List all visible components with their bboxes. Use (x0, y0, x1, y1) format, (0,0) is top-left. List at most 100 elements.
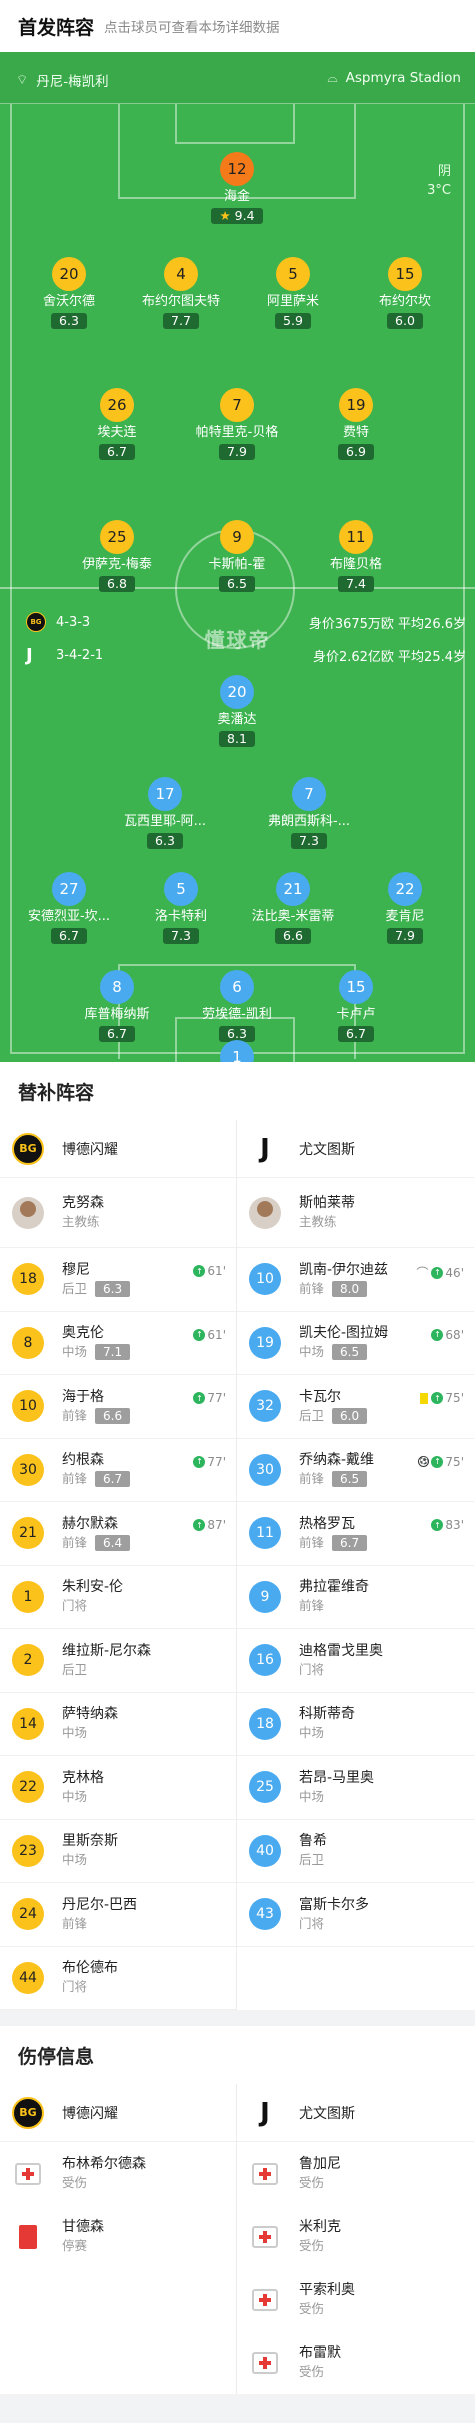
player-marker[interactable]: 6 劳埃德-凯利 6.3 (182, 970, 292, 1042)
injury-row[interactable]: 布雷默 受伤 (237, 2331, 474, 2394)
player-marker[interactable]: 8 库普梅纳斯 6.7 (62, 970, 172, 1042)
sub-player-row[interactable]: 43 富斯卡尔多 门将 (237, 1883, 474, 1947)
home-coach-row[interactable]: 克努森 主教练 (0, 1178, 236, 1248)
sub-player-row[interactable]: 23 里斯奈斯 中场 (0, 1820, 236, 1883)
sub-in-indicator: ↑ 61' (193, 1264, 226, 1278)
player-marker[interactable]: 27 安德烈亚-坎... 6.7 (14, 872, 124, 944)
player-marker[interactable]: 21 法比奥-米雷蒂 6.6 (238, 872, 348, 944)
player-name: 甘德森 (62, 2219, 104, 2235)
injury-row[interactable]: 甘德森 停赛 (0, 2205, 236, 2268)
player-rating: 7.9 (219, 444, 255, 460)
position-text: 中场 (62, 1725, 88, 1741)
away-team-row[interactable]: J 尤文图斯 (237, 1120, 474, 1178)
player-position: 前锋 8.0 (299, 1280, 388, 1298)
player-info: 丹尼尔-巴西 前锋 (62, 1896, 137, 1933)
sub-player-row[interactable]: 2 维拉斯-尼尔森 后卫 (0, 1629, 236, 1693)
sub-player-row[interactable]: 21 赫尔默森 前锋 6.4 ↑ 87' (0, 1502, 236, 1566)
player-rating: ★ 9.4 (211, 208, 263, 224)
sub-player-row[interactable]: 9 弗拉霍维奇 前锋 (237, 1566, 474, 1629)
player-number: 19 (339, 388, 373, 422)
injury-row[interactable]: 米利克 受伤 (237, 2205, 474, 2268)
player-marker[interactable]: 9 卡斯帕-霍 6.5 (182, 520, 292, 592)
injury-row[interactable]: 鲁加尼 受伤 (237, 2142, 474, 2205)
medical-kit-icon (12, 2158, 44, 2190)
player-marker[interactable]: 12 海金 ★ 9.4 (182, 152, 292, 224)
player-number: 5 (164, 872, 198, 906)
sub-player-row[interactable]: 32 卡瓦尔 后卫 6.0 ↑ 75' (237, 1375, 474, 1439)
sub-in-time: 75' (445, 1454, 464, 1469)
sub-player-row[interactable]: 8 奥克伦 中场 7.1 ↑ 61' (0, 1312, 236, 1375)
sub-player-row[interactable]: 10 海于格 前锋 6.6 ↑ 77' (0, 1375, 236, 1439)
injury-info: 鲁加尼 受伤 (299, 2155, 341, 2192)
sub-player-row[interactable]: 19 凯夫伦-图拉姆 中场 6.5 ↑ 68' (237, 1312, 474, 1375)
player-name: 弗拉霍维奇 (299, 1579, 369, 1596)
player-marker[interactable]: 7 弗朗西斯科-... 7.3 (254, 777, 364, 849)
injury-row[interactable]: 布林希尔德森 受伤 (0, 2142, 236, 2205)
player-info: 热格罗瓦 前锋 6.7 (299, 1515, 368, 1552)
player-marker[interactable]: 22 麦肯尼 7.9 (350, 872, 460, 944)
sub-player-row[interactable]: 18 穆尼 后卫 6.3 ↑ 61' (0, 1248, 236, 1312)
coach-name: 克努森 (62, 1195, 104, 1211)
player-marker[interactable]: 26 埃夫连 6.7 (62, 388, 172, 460)
player-position: 门将 (299, 1915, 369, 1933)
sub-player-row[interactable]: 30 乔纳森-戴维 前锋 6.5 ⚽ ↑ 75' (237, 1439, 474, 1502)
sub-player-row[interactable]: 16 迪格雷戈里奥 门将 (237, 1629, 474, 1693)
player-name: 卡瓦尔 (299, 1388, 341, 1405)
sub-player-row[interactable]: 10 凯南-伊尔迪兹 前锋 8.0 ⌒ ↑ 46' (237, 1248, 474, 1312)
yellow-card-icon (420, 1392, 429, 1404)
player-marker[interactable]: 4 布约尔图夫特 7.7 (126, 257, 236, 329)
player-marker[interactable]: 25 伊萨克-梅泰 6.8 (62, 520, 172, 592)
sub-player-row[interactable]: 14 萨特纳森 中场 (0, 1693, 236, 1756)
home-injury-team-row[interactable]: BG 博德闪耀 (0, 2084, 236, 2142)
medical-kit-icon (249, 2347, 281, 2379)
player-position: 中场 (62, 1724, 118, 1742)
injury-status: 受伤 (299, 2301, 325, 2316)
player-marker[interactable]: 15 卡卢卢 6.7 (301, 970, 411, 1042)
injury-status: 受伤 (299, 2238, 325, 2253)
sub-in-icon: ↑ (193, 1455, 206, 1468)
sub-in-indicator: ⌒ ↑ 46' (416, 1264, 464, 1281)
player-marker[interactable]: 19 费特 6.9 (301, 388, 411, 460)
coach-name: 斯帕莱蒂 (299, 1195, 355, 1211)
sub-player-row[interactable]: 25 若昂-马里奥 中场 (237, 1756, 474, 1820)
player-info: 克林格 中场 (62, 1769, 104, 1806)
player-marker[interactable]: 7 帕特里克-贝格 7.9 (182, 388, 292, 460)
player-rating: 7.1 (95, 1344, 131, 1361)
sub-in-icon: ↑ (193, 1265, 206, 1277)
sub-player-row[interactable]: 1 朱利安-伦 门将 (0, 1566, 236, 1629)
sub-player-row[interactable]: 40 鲁希 后卫 (237, 1820, 474, 1883)
sub-player-row[interactable]: 30 约根森 前锋 6.7 ↑ 77' (0, 1439, 236, 1502)
injury-row[interactable]: 平索利奥 受伤 (237, 2268, 474, 2331)
away-mini-badge: J (26, 645, 33, 666)
rating-value: 7.9 (395, 928, 415, 943)
away-injury-team-row[interactable]: J 尤文图斯 (237, 2084, 474, 2142)
rating-value: 6.9 (346, 444, 366, 459)
player-number: 15 (339, 970, 373, 1004)
player-marker[interactable]: 5 洛卡特利 7.3 (126, 872, 236, 944)
rating-value: 7.3 (171, 928, 191, 943)
home-team-name: 博德闪耀 (62, 1141, 118, 1158)
player-marker[interactable]: 1佩林7.7 (182, 1040, 292, 1062)
subs-panel: BG 博德闪耀 克努森 主教练 18 穆尼 后卫 6.3 ↑ 61' 8 奥克伦 中场 7.1 ↑ 6… (0, 1120, 475, 2010)
player-number: 43 (249, 1898, 281, 1931)
player-marker[interactable]: 20 奥潘达 8.1 (182, 675, 292, 747)
away-team-name: 尤文图斯 (299, 1141, 355, 1158)
sub-player-row[interactable]: 22 克林格 中场 (0, 1756, 236, 1820)
player-name: 阿里萨米 (266, 294, 319, 309)
player-marker[interactable]: 11 布隆贝格 7.4 (301, 520, 411, 592)
sub-player-row[interactable]: 44 布伦德布 门将 (0, 1947, 236, 2010)
sub-player-row[interactable]: 11 热格罗瓦 前锋 6.7 ↑ 83' (237, 1502, 474, 1566)
player-marker[interactable]: 15 布约尔坎 6.0 (350, 257, 460, 329)
player-rating: 6.5 (332, 1344, 368, 1361)
sub-player-row[interactable]: 18 科斯蒂奇 中场 (237, 1693, 474, 1756)
away-coach-row[interactable]: 斯帕莱蒂 主教练 (237, 1178, 474, 1248)
player-marker[interactable]: 17 瓦西里耶-阿... 6.3 (110, 777, 220, 849)
sub-in-indicator: ↑ 68' (431, 1328, 464, 1342)
home-team-row[interactable]: BG 博德闪耀 (0, 1120, 236, 1178)
rating-value: 6.3 (227, 1026, 247, 1041)
away-formation: 3-4-2-1 (56, 648, 104, 663)
player-number: 25 (100, 520, 134, 554)
sub-player-row[interactable]: 24 丹尼尔-巴西 前锋 (0, 1883, 236, 1947)
player-marker[interactable]: 20 舍沃尔德 6.3 (14, 257, 124, 329)
player-marker[interactable]: 5 阿里萨米 5.9 (238, 257, 348, 329)
